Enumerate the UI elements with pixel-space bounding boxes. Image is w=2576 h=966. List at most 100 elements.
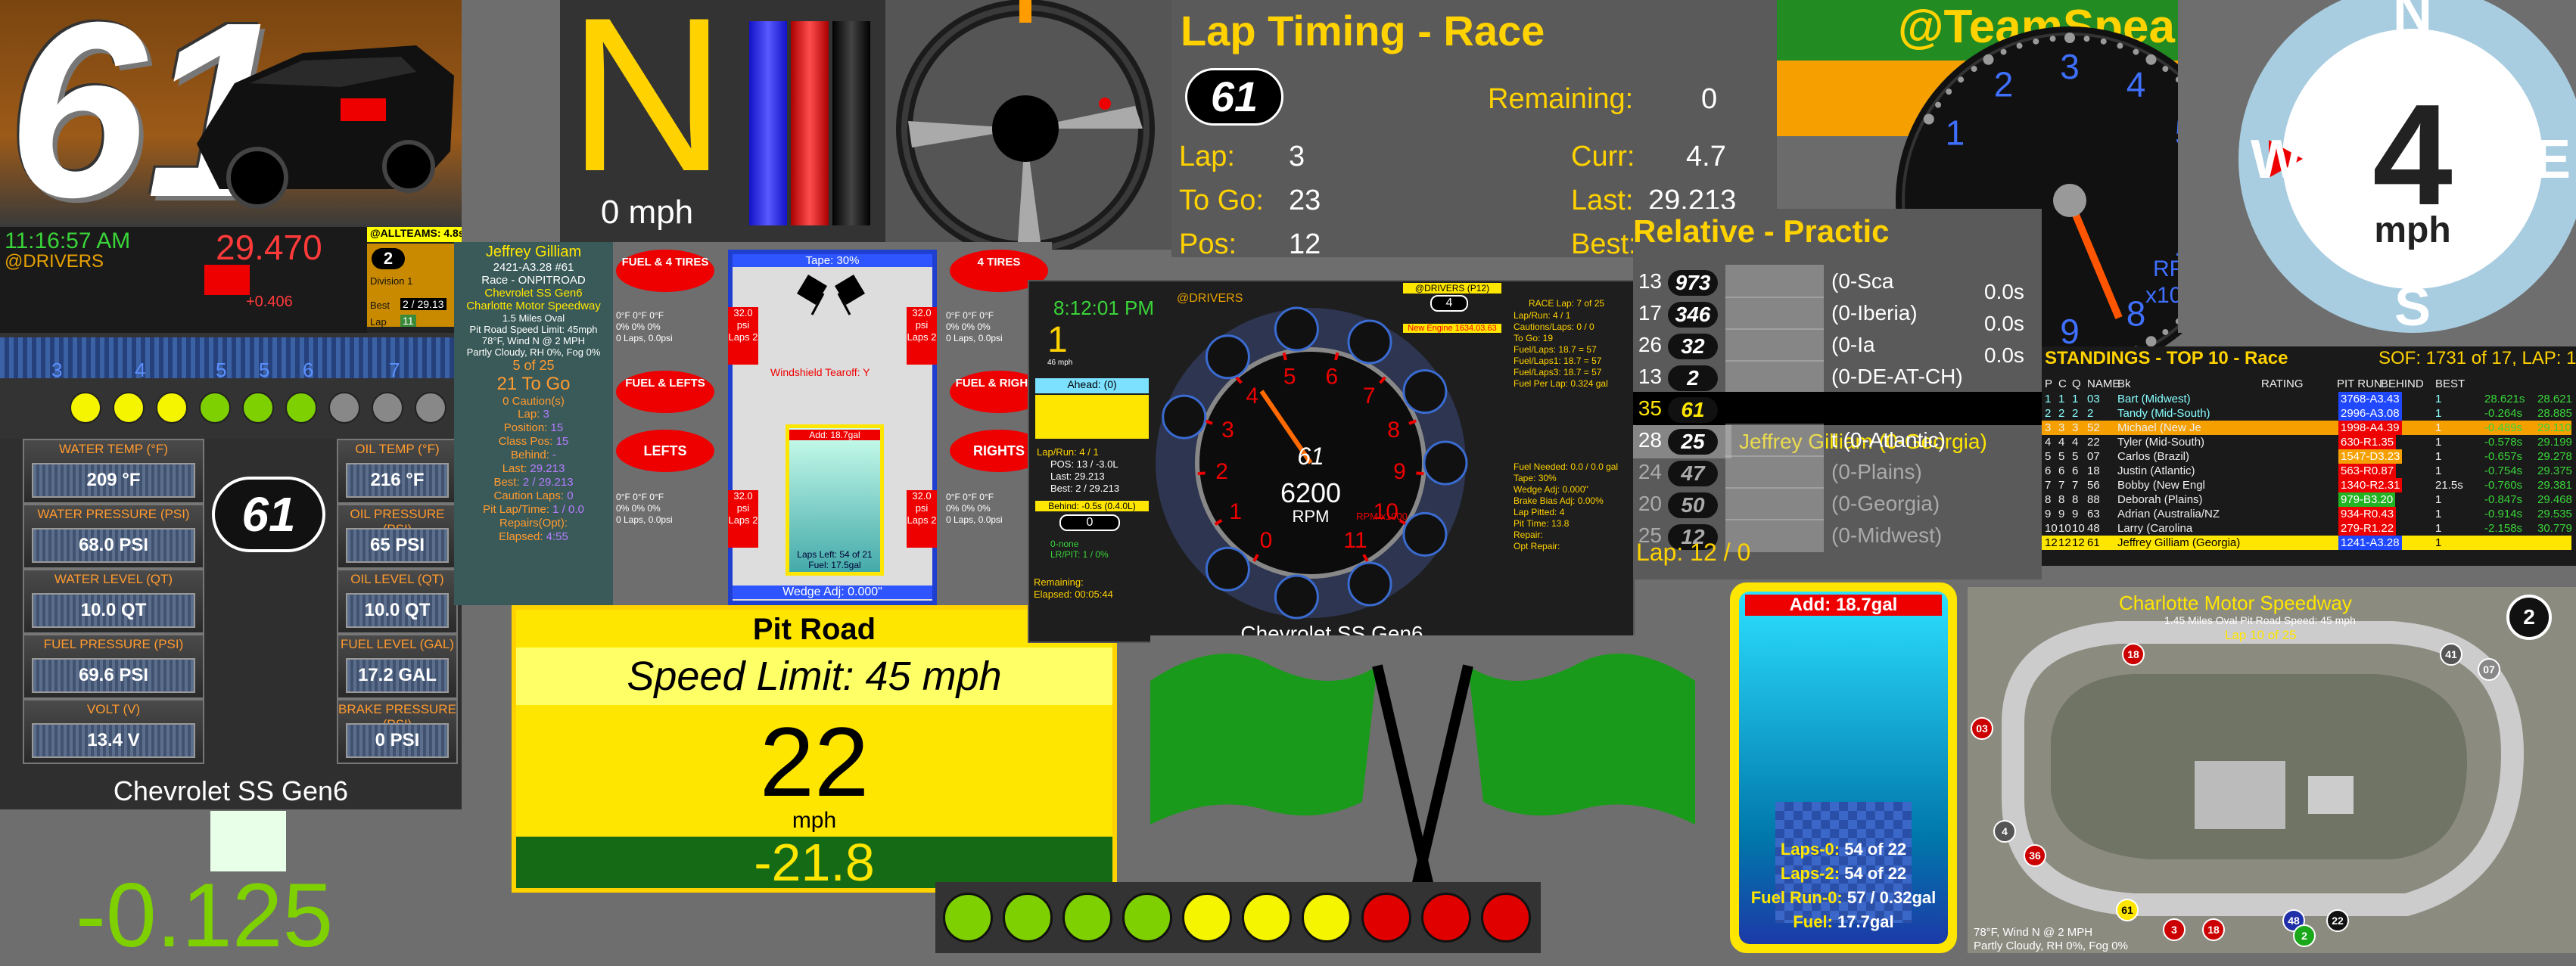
dash-rpm-tick (1282, 352, 1287, 361)
weather-2: Partly Cloudy, RH 0%, Fog 0% (466, 346, 601, 358)
standings-row[interactable]: 10 10 10 48 Larry (Carolina 279-R1.22 1 -2.158s… (2042, 521, 2572, 536)
driver-name: Jeffrey Gilliam (485, 244, 582, 260)
light-number: 6 (303, 359, 314, 381)
standings-cell: 9 (2058, 508, 2065, 520)
shift-light (242, 392, 274, 424)
relative-time: 0.0s (1984, 312, 2024, 335)
track-weather-1: 78°F, Wind N @ 2 MPH (1974, 926, 2093, 939)
relative-driver: (0-Plains) (1725, 455, 1922, 489)
standings-header: P C Q NAME Bk RATING PIT RUN BEHIND BEST (2042, 377, 2571, 391)
compass-w: W (2251, 129, 2302, 190)
relative-driver: (0-DE-AT-CH) (1725, 360, 1963, 393)
tire-lr[interactable]: 32.0 psi Laps 2 (728, 490, 758, 548)
relative-time: 0.0s (1984, 280, 2024, 303)
standings-cell: 9 (2072, 508, 2079, 520)
dash-mini-gauge (1274, 574, 1319, 620)
track-car-marker[interactable]: 18 (2122, 643, 2145, 666)
remaining-label: Remaining: (1488, 83, 1634, 115)
pos-label: Pos: (1179, 228, 1237, 260)
dash-stat: Lap Pitted: 4 (1514, 507, 1565, 517)
tire-lf[interactable]: 32.0 psi Laps 2 (728, 307, 758, 365)
relative-driver: (0-Iberia) (1725, 297, 1918, 330)
standings-row[interactable]: 5 5 5 07 Carlos (Brazil) 1547-D3.23 1 -0.657s 29… (2042, 449, 2572, 464)
pit-fuel: Fuel: 17.5gal (808, 560, 861, 570)
standings-row[interactable]: 4 4 4 22 Tyler (Mid-South) 630-R1.35 1 -0.578s 2… (2042, 435, 2572, 449)
standings-row[interactable]: 12 12 12 61 Jeffrey Gilliam (Georgia) 1241-A3… (2042, 536, 2571, 550)
fuel-4-tires-button[interactable]: FUEL & 4 TIRES (616, 250, 714, 292)
standings-row[interactable]: 3 3 3 52 Michael (New Je 1998-A4.39 1 -0.489s 29… (2042, 421, 2571, 435)
tire-rr[interactable]: 32.0 psi Laps 2 (907, 490, 937, 548)
relative-row: 13 973 (0-Sca (1633, 265, 2042, 298)
standings-cell: 1 (2435, 493, 2442, 506)
pit-road-delta-value: -21.8 (754, 833, 875, 892)
relative-pos: 35 (1638, 396, 1662, 420)
driver-info-row: Class Pos: 15 (454, 435, 613, 449)
engine-gauge: FUEL LEVEL (GAL) 17.2 GAL (337, 634, 458, 699)
car-name: Chevrolet SS Gen6 (484, 287, 583, 300)
standings-row[interactable]: 1 1 1 03 Bart (Midwest) 3768-A3.43 1 28.621s 28.… (2042, 392, 2572, 406)
lefts-button[interactable]: LEFTS (616, 430, 714, 472)
track-car-marker[interactable]: 61 (2116, 899, 2139, 921)
standings-cell: Michael (New Je (2117, 421, 2201, 434)
fuel-lefts-button[interactable]: FUEL & LEFTS (616, 371, 714, 413)
relative-car: 47 (1668, 460, 1718, 486)
engine-gauge-label: WATER TEMP (°F) (58, 442, 169, 456)
standings-cell: Bart (Midwest) (2117, 393, 2191, 405)
track-car-marker[interactable]: 3 (2163, 918, 2186, 941)
gear-panel: N 0 mph (560, 0, 734, 242)
allteams-lap-label: Lap (370, 316, 387, 328)
standings-row[interactable]: 2 2 2 2 Tandy (Mid-South) 2996-A3.08 1 -0.264s 2… (2042, 406, 2572, 421)
standings-cell: 8 (2058, 493, 2065, 506)
shift-lights-row (0, 390, 490, 424)
track-car-marker[interactable]: 36 (2024, 844, 2046, 867)
driver-info-row: Position: 15 (454, 421, 613, 435)
compass-unit: mph (2374, 210, 2450, 250)
compass-panel: N S E W 4 mph (2178, 0, 2576, 333)
standings-cell: -2.158s (2484, 522, 2523, 535)
dash-rpm-tick-label: 9 (1393, 459, 1406, 484)
standings-row[interactable]: 7 7 7 56 Bobby (New Engl 1340-R2.31 21.5s -0.76… (2042, 478, 2572, 492)
dash-stat: Wedge Adj: 0.000" (1514, 484, 1588, 495)
tach-tick (2064, 33, 2075, 43)
track-car-marker[interactable]: 18 (2202, 918, 2225, 941)
driver-info-value: 2 / 29.213 (522, 476, 574, 489)
relative-driver: (0-Midwest) (1725, 519, 1943, 552)
relative-pos: 13 (1638, 365, 1662, 388)
track-map-panel: Charlotte Motor Speedway 1.45 Miles Oval… (1968, 587, 2576, 953)
dash-elapsed: Elapsed: 00:05:44 (1034, 589, 1113, 600)
engine-gauge-value: 17.2 GAL (346, 658, 449, 693)
standings-cell: -0.760s (2484, 479, 2523, 492)
tach-tick (2145, 54, 2157, 65)
dash-mini-gauge (1347, 561, 1392, 607)
track-car-marker[interactable]: 03 (1971, 717, 1993, 740)
tach-tick (1946, 89, 1952, 95)
track-car-marker[interactable]: 22 (2326, 909, 2349, 932)
track-car-marker[interactable]: 4 (1993, 820, 2016, 843)
dash-mini-gauge (1402, 511, 1448, 557)
tire-rf[interactable]: 32.0 psi Laps 2 (907, 307, 937, 365)
engine-gauge: OIL TEMP (°F) 216 °F (337, 439, 458, 504)
dash-rpm-tick-label: 1 (1229, 499, 1242, 524)
lap-delta-bar (204, 265, 250, 295)
standings-row[interactable]: 9 9 9 63 Adrian (Australia/NZ 934-R0.43 1 -0.91… (2042, 507, 2572, 521)
standings-row[interactable]: 8 8 8 88 Deborah (Plains) 979-B3.20 1 -0.847s 29… (2042, 492, 2572, 507)
track-car-marker[interactable]: 07 (2478, 658, 2500, 681)
tach-tick (2016, 42, 2023, 49)
green-flags-icon (1150, 635, 1695, 893)
tire-laps-rf: 0 Laps, 0.0psi (946, 333, 1003, 343)
relative-row: 20 50 (0-Georgia) (1633, 487, 2042, 520)
engine-gauge-value: 69.6 PSI (32, 658, 195, 693)
standings-cell: 12 (2058, 536, 2071, 549)
shift-light (372, 392, 403, 424)
laps2-label: Laps-2: (1780, 864, 1840, 883)
standings-row[interactable]: 6 6 6 18 Justin (Atlantic) 563-R0.87 1 -0.754s 2… (2042, 464, 2572, 478)
track-car-marker[interactable]: 2 (2293, 924, 2316, 947)
driver-info-row: Repairs(Opt): (454, 517, 613, 530)
dash-mini-gauge (1402, 369, 1448, 415)
dash-rpm-tick-label: 8 (1387, 418, 1400, 443)
engine-gauge-label: FUEL LEVEL (GAL) (341, 637, 454, 651)
track-car-marker[interactable]: 41 (2440, 643, 2462, 666)
fuel-tank-panel: Add: 18.7gal Laps-0: 54 of 22 Laps-2: 54… (1730, 582, 1957, 953)
relative-car: 973 (1668, 269, 1718, 296)
relative-title: Relative - Practic (1633, 213, 1890, 249)
